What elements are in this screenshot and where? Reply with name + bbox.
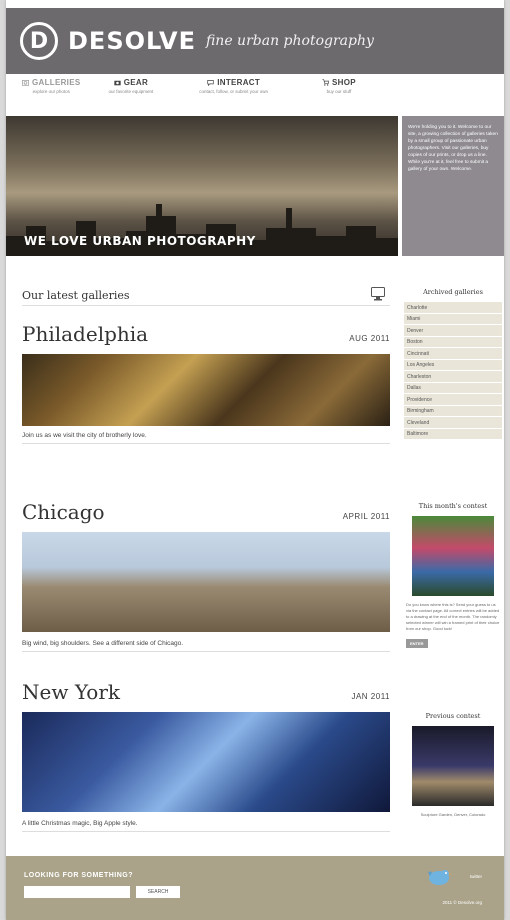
chat-icon [207,80,214,86]
archive-item[interactable]: Charlotte [404,302,502,314]
logo-icon[interactable]: D [20,22,58,60]
nav-sub-label: explore our photos [32,89,70,94]
section-title: Our latest galleries [22,289,130,302]
site-footer: LOOKING FOR SOMETHING? SEARCH twitter 20… [6,856,504,920]
main-nav: GALLERIES explore our photos GEAR our fa… [6,78,504,114]
archive-item[interactable]: Miami [404,314,502,325]
archive-item[interactable]: Dallas [404,383,502,394]
search-input[interactable] [24,886,130,898]
archive-item[interactable]: Cincinnati [404,348,502,360]
archive-item[interactable]: Baltimore [404,429,502,440]
previous-contest-title: Previous contest [425,712,481,720]
gallery-card-philadelphia[interactable]: Philadelphia AUG 2011 Join us as we visi… [22,322,390,444]
gallery-date: APRIL 2011 [342,512,390,521]
monitor-icon[interactable] [370,286,386,302]
site-header: D DESOLVE fine urban photography [6,8,504,74]
gallery-caption: A little Christmas magic, Big Apple styl… [22,820,390,832]
hero-title: WE LOVE URBAN PHOTOGRAPHY [24,234,256,248]
logo-letter: D [29,28,49,54]
contest-title: This month's contest [418,502,488,510]
gallery-card-chicago[interactable]: Chicago APRIL 2011 Big wind, big shoulde… [22,500,390,652]
gallery-title[interactable]: Philadelphia [22,322,390,346]
nav-sub-label: buy our stuff [326,89,352,94]
hero-intro-text: We're holding you to it. Welcome to our … [402,116,504,256]
twitter-bird-icon[interactable] [426,866,452,888]
archive-item[interactable]: Boston [404,337,502,348]
archive-item[interactable]: Providence [404,394,502,406]
hero-image: WE LOVE URBAN PHOTOGRAPHY [6,116,398,256]
previous-contest-panel: Previous contest Sculpture Garden, Denve… [404,712,502,817]
gallery-date: JAN 2011 [351,692,390,701]
brand-name[interactable]: DESOLVE [68,27,196,55]
archive-sidebar: Archived galleries Charlotte Miami Denve… [404,288,502,440]
nav-item-gear[interactable]: GEAR our favorite equipment [108,78,153,114]
nav-label: INTERACT [217,78,261,87]
gallery-caption: Big wind, big shoulders. See a different… [22,640,390,652]
cart-icon [322,79,330,86]
archive-item[interactable]: Birmingham [404,406,502,417]
search-label: LOOKING FOR SOMETHING? [24,872,133,879]
nav-label: GEAR [123,78,149,87]
search-button[interactable]: SEARCH [136,886,180,898]
enter-button[interactable]: ENTER [406,639,428,648]
nav-sub-label: contact, follow, or submit your own [199,89,269,94]
gallery-caption: Join us as we visit the city of brotherl… [22,432,390,444]
gallery-title[interactable]: Chicago [22,500,390,524]
nav-item-galleries[interactable]: GALLERIES explore our photos [22,78,80,114]
archive-item[interactable]: Denver [404,325,502,337]
gallery-image[interactable] [22,712,390,812]
nav-label: SHOP [332,78,356,87]
gallery-image[interactable] [22,354,390,426]
archive-list: Charlotte Miami Denver Boston Cincinnati… [404,302,502,440]
gallery-title[interactable]: New York [22,680,390,704]
tagline: fine urban photography [205,33,374,49]
nav-item-shop[interactable]: SHOP buy our stuff [322,78,356,114]
archive-item[interactable]: Los Angeles [404,360,502,371]
gallery-image[interactable] [22,532,390,632]
gallery-date: AUG 2011 [349,334,390,343]
previous-contest-caption: Sculpture Garden, Denver, Colorado [420,812,486,817]
gallery-card-new-york[interactable]: New York JAN 2011 A little Christmas mag… [22,680,390,832]
copyright-text: 2011 © Desolve.org [442,900,482,905]
contest-image[interactable] [412,516,494,596]
twitter-link[interactable]: twitter [470,874,482,879]
contest-description: Do you know where this is? Send your gue… [406,602,500,631]
nav-item-interact[interactable]: INTERACT contact, follow, or submit your… [199,78,268,114]
camera-gear-icon [114,80,121,86]
contest-panel: This month's contest Do you know where t… [404,502,502,650]
archive-item[interactable]: Charleston [404,371,502,383]
camera-icon [22,80,29,86]
latest-galleries-header: Our latest galleries [22,286,390,306]
archive-item[interactable]: Cleveland [404,417,502,429]
nav-label: GALLERIES [32,78,81,87]
previous-contest-image[interactable] [412,726,494,806]
archive-title: Archived galleries [423,288,483,296]
nav-sub-label: our favorite equipment [108,89,154,94]
page: D DESOLVE fine urban photography GALLERI… [6,0,504,920]
